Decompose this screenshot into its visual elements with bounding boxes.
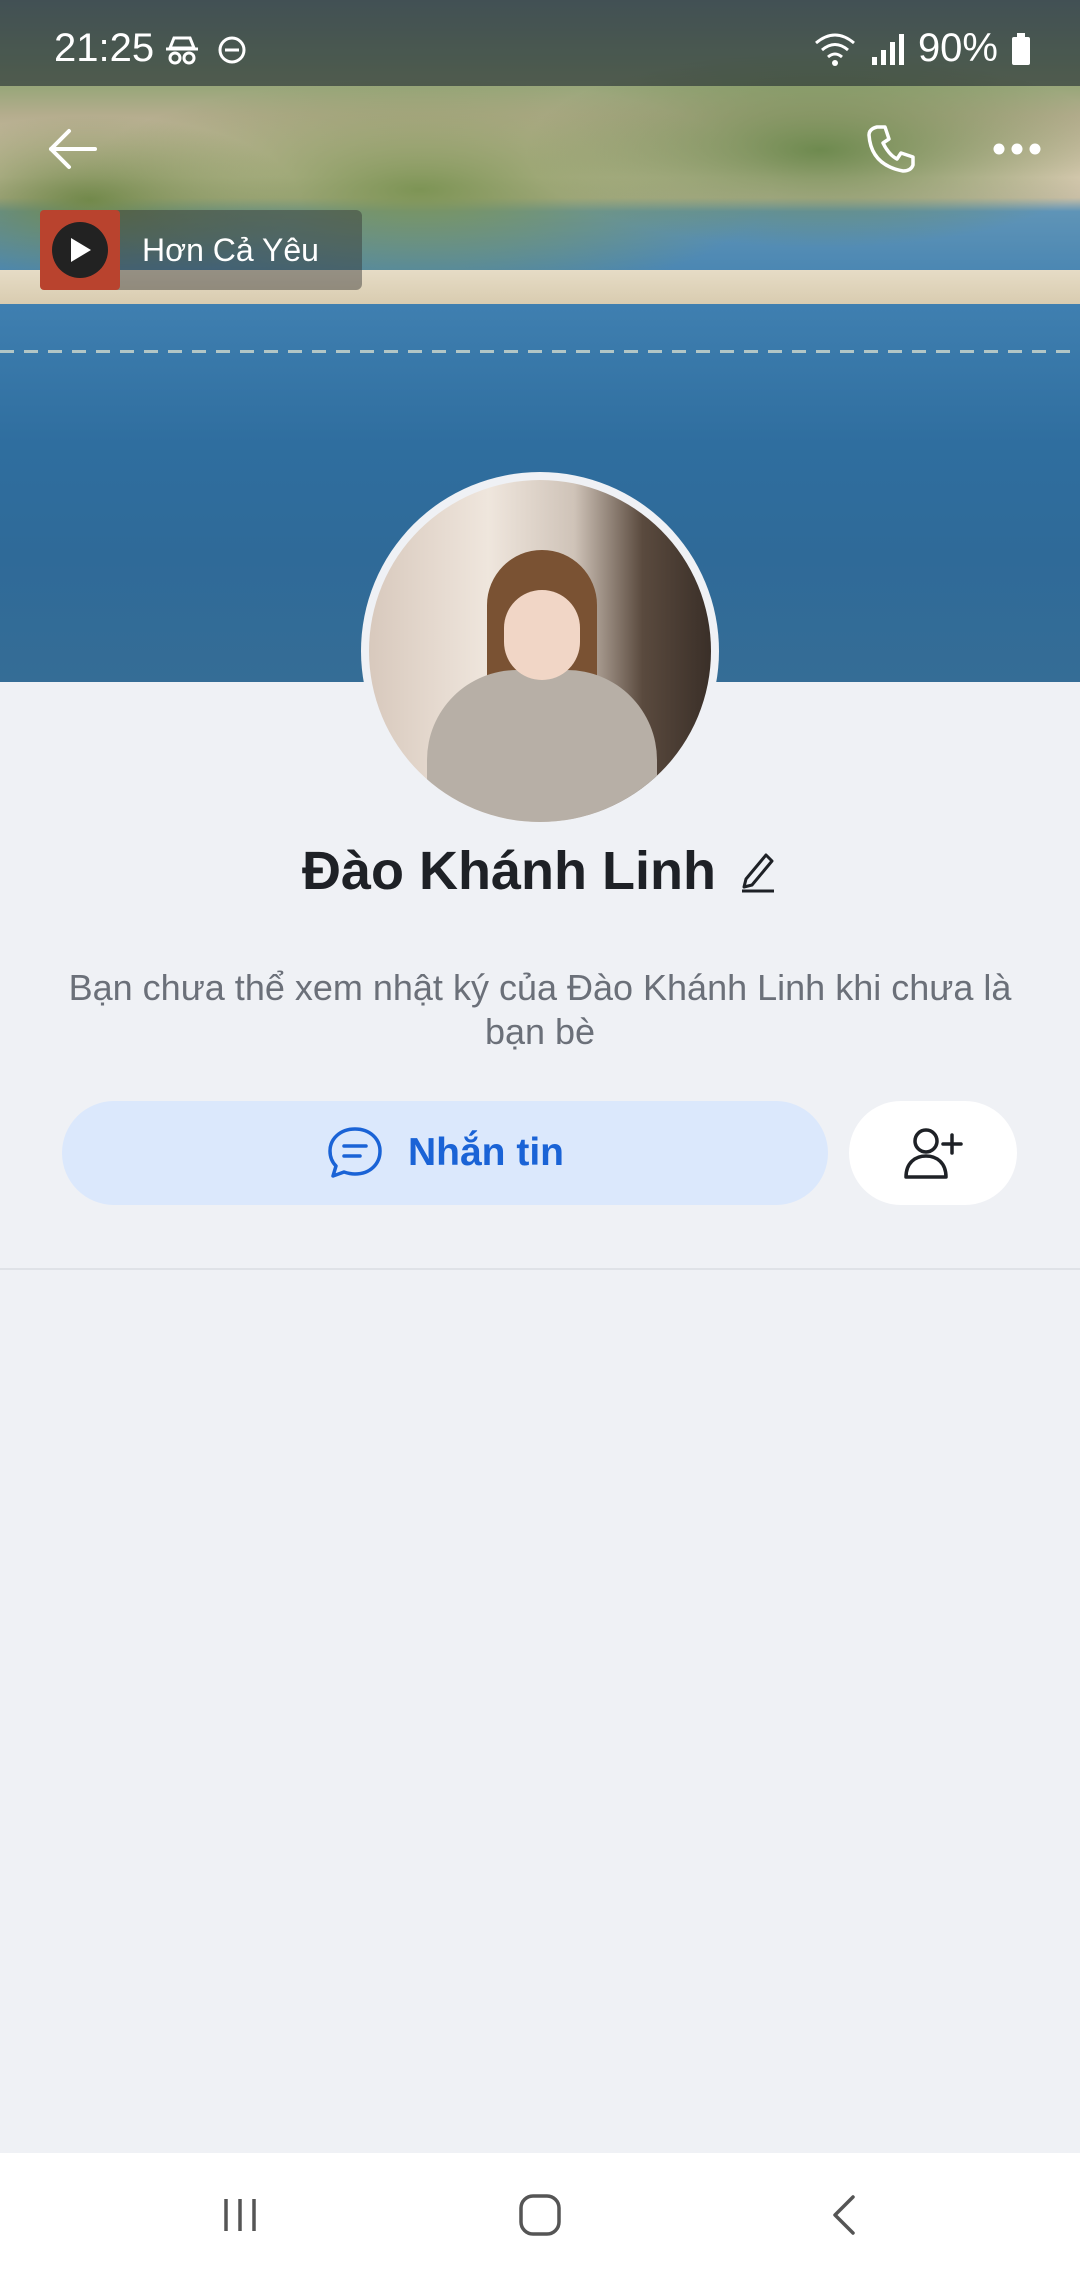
add-user-icon	[904, 1128, 963, 1179]
status-bar: 21:25 90%	[0, 0, 1080, 100]
home-button[interactable]	[490, 2175, 590, 2255]
home-icon	[519, 2194, 561, 2236]
recent-apps-icon	[224, 2199, 256, 2231]
status-time: 21:25	[54, 26, 155, 70]
arrow-left-icon	[49, 129, 97, 169]
pencil-icon[interactable]	[738, 849, 778, 893]
avatar-face	[504, 590, 580, 680]
avatar[interactable]	[361, 472, 719, 830]
chevron-left-icon	[833, 2195, 855, 2235]
avatar-photo	[369, 480, 711, 822]
avatar-body	[427, 670, 657, 822]
more-dots-icon	[993, 143, 1041, 155]
signal-icon	[871, 33, 904, 65]
back-button[interactable]	[28, 104, 118, 194]
recent-apps-button[interactable]	[190, 2175, 290, 2255]
wifi-icon	[814, 33, 855, 66]
play-icon	[71, 238, 91, 262]
chat-bubble-icon	[328, 1127, 382, 1178]
message-button[interactable]: Nhắn tin	[62, 1101, 828, 1205]
battery-icon	[1012, 32, 1030, 65]
profile-music[interactable]: Hơn Cả Yêu	[40, 210, 362, 290]
incognito-icon	[166, 36, 198, 65]
more-button[interactable]	[972, 104, 1062, 194]
status-icons-left	[162, 30, 250, 70]
status-right: 90%	[812, 26, 1032, 71]
add-friend-button[interactable]	[849, 1101, 1017, 1205]
battery-percent: 90%	[917, 26, 998, 70]
call-button[interactable]	[846, 104, 936, 194]
cover-buoy-line	[0, 350, 1080, 353]
privacy-note: Bạn chưa thể xem nhật ký của Đào Khánh L…	[68, 967, 1012, 1052]
section-divider	[0, 1268, 1080, 1270]
phone-icon	[867, 125, 915, 173]
do-not-disturb-icon	[218, 36, 246, 64]
profile-screen: 21:25 90% Hơn Cả Yêu Đào Khánh Linh Bạn …	[0, 0, 1080, 2280]
message-label: Nhắn tin	[408, 1131, 564, 1174]
play-button[interactable]	[52, 222, 108, 278]
system-back-button[interactable]	[794, 2175, 894, 2255]
system-nav-bar	[0, 2153, 1080, 2280]
name-row: Đào Khánh Linh	[0, 836, 1080, 906]
music-cover	[40, 210, 120, 290]
profile-name: Đào Khánh Linh	[302, 841, 716, 901]
music-title: Hơn Cả Yêu	[142, 231, 319, 268]
